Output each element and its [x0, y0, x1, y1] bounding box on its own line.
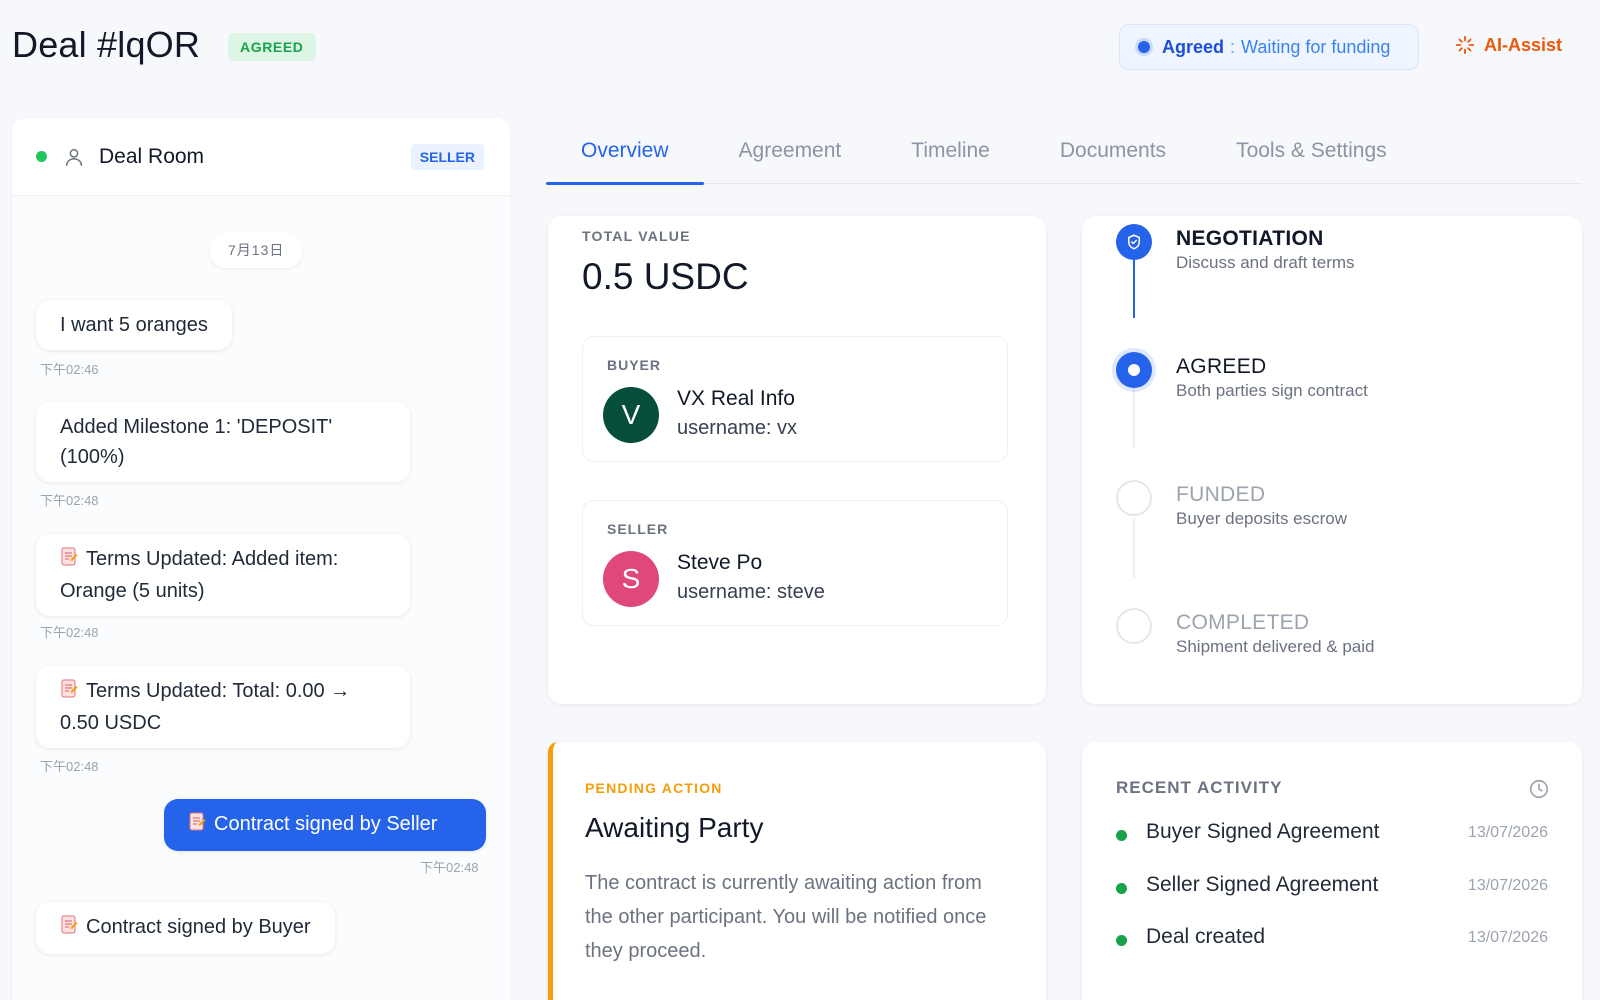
- total-value-label: TOTAL VALUE: [582, 228, 691, 244]
- shield-check-icon: [1116, 224, 1152, 260]
- buyer-avatar: V: [603, 387, 659, 443]
- message-bubble-own: Contract signed by Seller: [164, 799, 486, 851]
- activity-text: Buyer Signed Agreement: [1146, 820, 1380, 843]
- step-title: FUNDED: [1176, 483, 1266, 506]
- seller-label: SELLER: [607, 521, 669, 537]
- current-step-icon: [1116, 352, 1152, 388]
- step-description: Shipment delivered & paid: [1176, 637, 1375, 656]
- document-icon: [60, 678, 78, 708]
- user-icon: [63, 145, 85, 169]
- online-status-icon: [36, 151, 47, 162]
- message-text: Terms Updated: Total: 0.00 → 0.50 USDC: [60, 680, 351, 734]
- page-header: Deal #lqOR AGREED Agreed : Waiting for f…: [0, 0, 1600, 92]
- seller-name: Steve Po: [677, 551, 763, 574]
- step-title: AGREED: [1176, 355, 1267, 378]
- buyer-username: username: vx: [677, 417, 798, 439]
- message-bubble: Contract signed by Buyer: [36, 902, 335, 954]
- total-value: 0.5 USDC: [582, 256, 749, 297]
- step-description: Both parties sign contract: [1176, 381, 1368, 400]
- deal-room-title: Deal Room: [99, 144, 205, 168]
- message-bubble: Terms Updated: Added item: Orange (5 uni…: [36, 534, 410, 616]
- date-divider: 7月13日: [210, 232, 303, 268]
- pending-step-icon: [1116, 608, 1152, 644]
- activity-date: 13/07/2026: [1467, 824, 1548, 841]
- tab-agreement[interactable]: Agreement: [704, 124, 877, 184]
- deal-room-header: Deal Room SELLER: [12, 118, 510, 196]
- message-text: Contract signed by Seller: [214, 813, 438, 835]
- message-bubble: I want 5 oranges: [36, 300, 232, 350]
- activity-item: Seller Signed Agreement 13/07/2026: [1116, 873, 1548, 903]
- ai-assist-label: AI-Assist: [1484, 34, 1563, 55]
- status-badge: AGREED: [228, 33, 316, 61]
- buyer-name: VX Real Info: [677, 387, 795, 410]
- pending-action-title: Awaiting Party: [585, 812, 764, 843]
- message-list[interactable]: 7月13日 I want 5 oranges 下午02:46 Added Mil…: [12, 196, 510, 1000]
- progress-connector: [1133, 518, 1135, 578]
- seller-card: SELLER S Steve Po username: steve: [582, 500, 1008, 626]
- message-time: 下午02:48: [420, 860, 479, 875]
- activity-dot-icon: [1116, 883, 1127, 894]
- activity-date: 13/07/2026: [1467, 929, 1548, 946]
- message-bubble: Added Milestone 1: 'DEPOSIT' (100%): [36, 402, 410, 482]
- deal-state-indicator: Agreed : Waiting for funding: [1119, 24, 1419, 70]
- seller-username: username: steve: [677, 581, 825, 603]
- deal-room-panel: Deal Room SELLER 7月13日 I want 5 oranges …: [12, 118, 510, 1000]
- message-text: Terms Updated: Added item: Orange (5 uni…: [60, 548, 339, 602]
- message-time: 下午02:48: [40, 493, 99, 508]
- activity-dot-icon: [1116, 935, 1127, 946]
- activity-date: 13/07/2026: [1467, 877, 1548, 894]
- tab-overview[interactable]: Overview: [546, 124, 704, 185]
- activity-item: Buyer Signed Agreement 13/07/2026: [1116, 820, 1548, 850]
- pending-action-label: PENDING ACTION: [585, 780, 723, 796]
- pending-action-text: The contract is currently awaiting actio…: [585, 872, 987, 962]
- state-dot-icon: [1138, 41, 1150, 53]
- ai-assist-button[interactable]: AI-Assist: [1454, 34, 1562, 56]
- document-icon: [60, 546, 78, 576]
- pending-step-icon: [1116, 480, 1152, 516]
- message-text: Added Milestone 1: 'DEPOSIT' (100%): [60, 416, 333, 468]
- document-icon: [188, 811, 206, 841]
- step-title: COMPLETED: [1176, 611, 1310, 634]
- message-time: 下午02:48: [40, 759, 99, 774]
- progress-connector: [1133, 256, 1135, 318]
- deal-progress-card: NEGOTIATION Discuss and draft terms AGRE…: [1082, 216, 1582, 704]
- message-text: I want 5 oranges: [60, 314, 208, 336]
- role-badge: SELLER: [410, 144, 484, 170]
- tab-documents[interactable]: Documents: [1025, 124, 1201, 184]
- page-title: Deal #lqOR: [12, 24, 201, 65]
- step-description: Buyer deposits escrow: [1176, 509, 1348, 528]
- recent-activity-card: RECENT ACTIVITY Buyer Signed Agreement 1…: [1082, 742, 1582, 1000]
- pending-action-card: PENDING ACTION Awaiting Party The contra…: [548, 742, 1046, 1000]
- sparkle-icon: [1455, 35, 1475, 55]
- message-text: Contract signed by Buyer: [86, 916, 311, 938]
- activity-text: Seller Signed Agreement: [1146, 873, 1379, 896]
- step-title: NEGOTIATION: [1176, 227, 1324, 250]
- document-icon: [60, 914, 78, 944]
- message-bubble: Terms Updated: Total: 0.00 → 0.50 USDC: [36, 666, 410, 748]
- tab-timeline[interactable]: Timeline: [876, 124, 1025, 184]
- buyer-card: BUYER V VX Real Info username: vx: [582, 336, 1008, 462]
- buyer-label: BUYER: [607, 357, 662, 373]
- step-description: Discuss and draft terms: [1176, 253, 1355, 272]
- activity-text: Deal created: [1146, 925, 1266, 948]
- activity-dot-icon: [1116, 830, 1127, 841]
- state-description: Waiting for funding: [1241, 36, 1391, 57]
- recent-activity-label: RECENT ACTIVITY: [1116, 778, 1283, 797]
- deal-value-card: TOTAL VALUE 0.5 USDC BUYER V VX Real Inf…: [548, 216, 1046, 704]
- tab-tools-settings[interactable]: Tools & Settings: [1201, 124, 1422, 184]
- progress-connector: [1133, 388, 1135, 448]
- seller-avatar: S: [603, 551, 659, 607]
- message-time: 下午02:46: [40, 362, 99, 377]
- message-time: 下午02:48: [40, 625, 99, 640]
- activity-item: Deal created 13/07/2026: [1116, 925, 1548, 955]
- tab-bar: Overview Agreement Timeline Documents To…: [546, 124, 1582, 185]
- state-separator: :: [1230, 36, 1236, 57]
- clock-icon[interactable]: [1528, 778, 1550, 805]
- state-label: Agreed: [1162, 36, 1225, 57]
